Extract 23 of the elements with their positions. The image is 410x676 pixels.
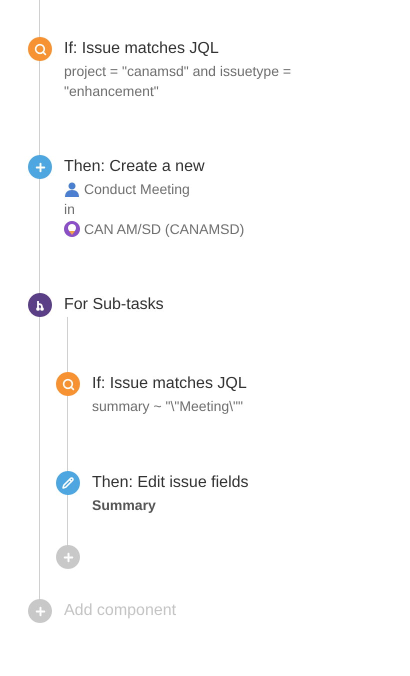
step-detail: project = "canamsd" and issuetype = "enhancement": [64, 62, 292, 101]
plus-icon: [62, 550, 74, 564]
step-detail: CAN AM/SD (CANAMSD): [84, 220, 244, 239]
branch-icon: [34, 298, 46, 312]
step-detail: Summary: [92, 496, 156, 515]
step-title: If: Issue matches JQL: [64, 40, 219, 58]
search-icon: [34, 42, 46, 56]
search-icon: [62, 378, 74, 390]
step-detail: Conduct Meeting: [84, 180, 190, 199]
step-detail: in: [64, 200, 75, 219]
add-button[interactable]: [56, 545, 80, 569]
add-button[interactable]: [28, 599, 52, 623]
step-title: Then: Create a new: [64, 158, 205, 176]
plus-icon: [34, 604, 46, 618]
step-title: Then: Edit issue fields: [92, 474, 249, 492]
add-component-label[interactable]: Add component: [64, 602, 176, 620]
step-title: For Sub-tasks: [64, 296, 164, 314]
person-icon: [64, 181, 80, 197]
plus-icon: [34, 160, 46, 174]
project-icon: [64, 221, 80, 237]
step-title: If: Issue matches JQL: [92, 375, 247, 393]
step-detail: summary ~ "\"Meeting\"": [92, 397, 243, 416]
pencil-icon: [62, 477, 74, 489]
